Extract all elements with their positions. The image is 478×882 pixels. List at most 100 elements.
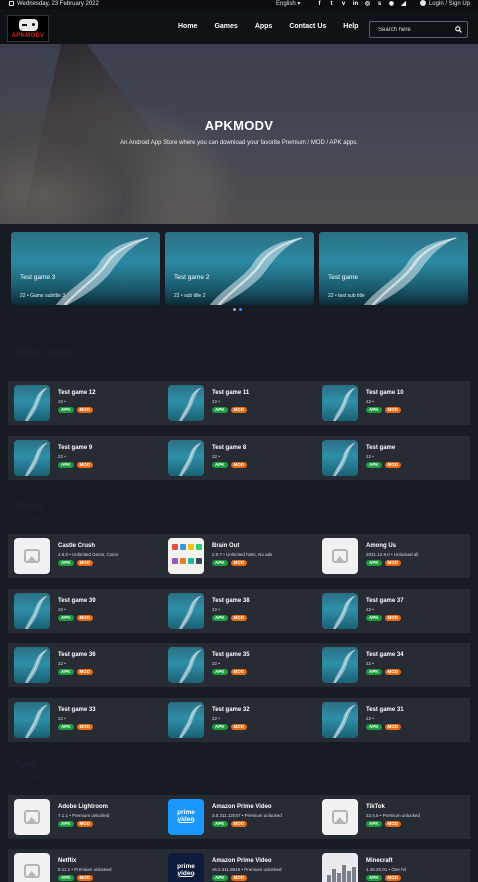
app-card[interactable]: Test game 32 22 • APK MOD (162, 698, 316, 742)
app-thumbnail[interactable] (322, 440, 358, 476)
app-name[interactable]: Adobe Lightroom (58, 804, 108, 810)
app-card[interactable]: Test game 31 22 • APK MOD (316, 698, 470, 742)
app-thumbnail[interactable] (168, 385, 204, 421)
app-name[interactable]: Among Us (366, 543, 396, 549)
app-thumbnail[interactable] (14, 799, 50, 835)
app-card[interactable]: Brain Out 2.0.7 • Unlimited hints, No ads… (162, 534, 316, 578)
app-thumbnail[interactable] (168, 593, 204, 629)
app-card[interactable]: Test game 22 • APK MOD (316, 436, 470, 480)
vimeo-icon[interactable]: v (340, 1, 347, 8)
app-thumbnail[interactable]: prime video (168, 799, 204, 835)
app-name[interactable]: Test game 32 (212, 707, 250, 713)
app-name[interactable]: Test game 36 (58, 652, 96, 658)
app-thumbnail[interactable] (14, 385, 50, 421)
app-card[interactable]: Test game 9 22 • APK MOD (8, 436, 162, 480)
app-name[interactable]: Test game 33 (58, 707, 96, 713)
app-name[interactable]: Amazon Prime Video (212, 858, 272, 864)
app-thumbnail[interactable]: prime video (168, 853, 204, 882)
app-thumbnail[interactable] (168, 702, 204, 738)
app-name[interactable]: Test game 37 (366, 598, 404, 604)
app-name[interactable]: TikTok (366, 804, 385, 810)
app-card[interactable]: Test game 37 22 • APK MOD (316, 589, 470, 633)
app-card[interactable]: prime video Amazon Prime Video v6.0.311.89… (162, 849, 316, 882)
app-thumbnail[interactable] (14, 440, 50, 476)
app-thumbnail[interactable] (14, 538, 50, 574)
app-card[interactable]: Adobe Lightroom 7.1.1 • Premium unlocked A… (8, 795, 162, 839)
app-card[interactable]: Test game 36 22 • APK MOD (8, 643, 162, 687)
app-name[interactable]: Test game 34 (366, 652, 404, 658)
slider-card[interactable]: Test game 3 22 • Game subtitle 3 (11, 232, 160, 305)
app-thumbnail[interactable] (168, 647, 204, 683)
app-name[interactable]: Minecraft (366, 858, 393, 864)
app-name[interactable]: Amazon Prime Video (212, 804, 272, 810)
apk-badge: APK (58, 724, 74, 730)
language-selector[interactable]: English ▾ (276, 0, 300, 9)
app-card[interactable]: Test game 35 22 • APK MOD (162, 643, 316, 687)
app-thumbnail[interactable] (168, 538, 204, 574)
app-thumbnail[interactable] (14, 702, 50, 738)
search-input[interactable] (370, 22, 452, 37)
search-icon[interactable] (455, 26, 462, 33)
app-name[interactable]: Brain Out (212, 543, 239, 549)
app-card[interactable]: Netflix 8.11.1 • Premium unlocked APK MOD (8, 849, 162, 882)
slider-card[interactable]: Test game 22 • test sub title (319, 232, 468, 305)
instagram-icon[interactable]: ◎ (364, 1, 371, 8)
app-card[interactable]: Test game 11 22 • APK MOD (162, 381, 316, 425)
nav-link-contact-us[interactable]: Contact Us (289, 23, 326, 30)
app-name[interactable]: Test game 31 (366, 707, 404, 713)
app-card[interactable]: Among Us 2021.12.9.0 • Unlocked all APK MOD (316, 534, 470, 578)
app-thumbnail[interactable] (168, 440, 204, 476)
app-card[interactable]: Test game 39 22 • APK MOD (8, 589, 162, 633)
app-card[interactable]: Test game 8 22 • APK MOD (162, 436, 316, 480)
skype-icon[interactable]: s (376, 1, 383, 8)
app-thumbnail[interactable] (322, 853, 358, 882)
app-thumbnail[interactable] (14, 853, 50, 882)
slider-card[interactable]: Test game 2 22 • sub title 2 (165, 232, 314, 305)
nav-link-home[interactable]: Home (178, 23, 197, 30)
site-logo[interactable]: APKMODV (7, 15, 49, 42)
app-card[interactable]: Test game 34 22 • APK MOD (316, 643, 470, 687)
facebook-icon[interactable]: f (316, 1, 323, 8)
app-card[interactable]: Test game 12 22 • APK MOD (8, 381, 162, 425)
app-card[interactable]: Test game 38 22 • APK MOD (162, 589, 316, 633)
app-thumbnail[interactable] (322, 799, 358, 835)
nav-link-games[interactable]: Games (214, 23, 237, 30)
thumbnail-artwork (332, 704, 356, 738)
app-thumbnail[interactable] (322, 385, 358, 421)
app-thumbnail[interactable] (14, 647, 50, 683)
app-name[interactable]: Netflix (58, 858, 76, 864)
app-thumbnail[interactable] (322, 702, 358, 738)
app-name[interactable]: Test game 35 (212, 652, 250, 658)
app-card[interactable]: Castle Crush 4.6.0 • Unlimited Gems, Coin… (8, 534, 162, 578)
app-card[interactable]: Minecraft 1.40.20.01 • One hit APK MOD (316, 849, 470, 882)
app-thumbnail[interactable] (322, 647, 358, 683)
slider-dot[interactable] (239, 308, 242, 311)
app-name[interactable]: Test game 38 (212, 598, 250, 604)
app-card[interactable]: Test game 10 22 • APK MOD (316, 381, 470, 425)
app-card[interactable]: TikTok 22.4.5 • Premium unlocked APK MOD (316, 795, 470, 839)
slider-dot[interactable] (233, 308, 236, 311)
app-name[interactable]: Test game 39 (58, 598, 96, 604)
twitter-icon[interactable]: t (328, 1, 335, 8)
app-name[interactable]: Test game 9 (58, 445, 92, 451)
rss-icon[interactable]: ◢ (400, 1, 407, 8)
nav-link-apps[interactable]: Apps (255, 23, 273, 30)
app-thumbnail[interactable] (14, 593, 50, 629)
app-name[interactable]: Test game 11 (212, 390, 249, 396)
app-badges: APK MOD (366, 615, 402, 621)
app-name[interactable]: Test game 10 (366, 390, 404, 396)
nav-link-help[interactable]: Help (343, 23, 358, 30)
app-meta: 2021.12.9.0 • Unlocked all (366, 552, 419, 557)
login-signup-link[interactable]: Login / Sign Up (419, 0, 470, 9)
app-card[interactable]: Test game 33 22 • APK MOD (8, 698, 162, 742)
app-thumbnail[interactable] (322, 593, 358, 629)
app-meta: 22 • (58, 607, 66, 612)
app-name[interactable]: Test game 8 (212, 445, 246, 451)
github-icon[interactable]: ◉ (388, 1, 395, 8)
app-card[interactable]: prime video Amazon Prime Video 3.0.311.120… (162, 795, 316, 839)
app-thumbnail[interactable] (322, 538, 358, 574)
app-name[interactable]: Castle Crush (58, 543, 95, 549)
linkedin-icon[interactable]: in (352, 1, 359, 8)
app-name[interactable]: Test game (366, 445, 395, 451)
app-name[interactable]: Test game 12 (58, 390, 96, 396)
